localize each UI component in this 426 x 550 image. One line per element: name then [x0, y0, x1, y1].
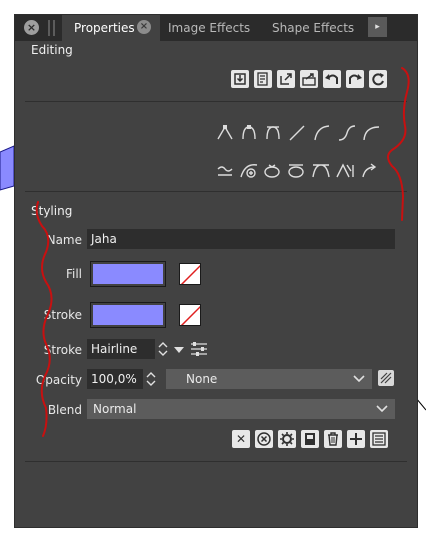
list-view-icon[interactable] — [370, 430, 388, 448]
fill-label: Fill — [65, 267, 82, 281]
tab-bar: × Properties × Image Effects Shape Effec… — [15, 15, 417, 41]
save-icon[interactable] — [301, 430, 319, 448]
path-tools — [217, 125, 380, 178]
line-segment-icon[interactable] — [289, 125, 305, 141]
close-tab-icon[interactable]: × — [137, 20, 151, 34]
section-title-editing: Editing — [31, 43, 73, 57]
name-field[interactable]: Jaha — [87, 229, 395, 249]
wave-icon[interactable] — [217, 166, 233, 176]
s-curve-icon[interactable] — [338, 125, 356, 141]
curve-icon[interactable] — [314, 125, 330, 141]
stroke-color-preview — [93, 305, 163, 325]
external-link-icon[interactable] — [277, 70, 295, 88]
add-icon[interactable] — [347, 430, 365, 448]
drag-grip[interactable] — [53, 20, 55, 36]
blend-label: Blend — [47, 403, 82, 417]
tab-label: Image Effects — [168, 21, 251, 35]
trash-icon[interactable] — [324, 430, 342, 448]
fill-none-button[interactable] — [179, 263, 201, 285]
drag-grip[interactable] — [48, 20, 50, 36]
properties-panel: × Properties × Image Effects Shape Effec… — [14, 14, 418, 528]
delete-icon[interactable]: ✕ — [232, 430, 250, 448]
divider — [25, 101, 407, 102]
name-label: Name — [46, 233, 82, 247]
close-panel-icon[interactable]: × — [24, 20, 39, 35]
list-icon[interactable] — [254, 70, 272, 88]
refresh-icon[interactable] — [369, 70, 387, 88]
blend-mode-value: Normal — [93, 402, 137, 416]
fill-color-swatch[interactable] — [90, 261, 166, 287]
flip-icon[interactable] — [362, 163, 377, 178]
stroke-label: Stroke — [43, 308, 82, 322]
arc-icon[interactable] — [363, 126, 380, 141]
share-icon[interactable] — [300, 70, 318, 88]
import-icon[interactable] — [231, 70, 249, 88]
blend-mode-dropdown[interactable]: Normal — [87, 399, 395, 419]
stroke-color-swatch[interactable] — [90, 302, 166, 328]
tab-label: Shape Effects — [272, 21, 355, 35]
opacity-mode-dropdown[interactable]: None — [166, 369, 372, 389]
tab-shape-effects[interactable]: Shape Effects — [272, 15, 362, 41]
background-shape — [0, 145, 15, 191]
settings-icon[interactable] — [278, 430, 296, 448]
redo-icon[interactable] — [346, 70, 364, 88]
stroke-dropdown-icon[interactable] — [172, 340, 188, 358]
node-cusp-icon[interactable] — [217, 125, 233, 140]
stroke-style-field[interactable]: Hairline — [87, 339, 155, 359]
tab-label: Properties — [74, 21, 135, 35]
stroke-style-label: Stroke — [43, 343, 82, 357]
node-join-icon[interactable] — [336, 163, 354, 178]
opacity-label: Opacity — [35, 373, 82, 387]
add-node-icon[interactable] — [240, 164, 258, 178]
opacity-stepper-icon[interactable] — [144, 370, 160, 388]
opacity-field[interactable]: 100,0% — [87, 369, 143, 389]
stroke-stepper-icon[interactable] — [156, 340, 172, 358]
opacity-mode-value: None — [186, 372, 218, 386]
more-tabs-button[interactable]: ▸ — [368, 17, 387, 37]
stroke-settings-icon[interactable] — [189, 339, 209, 357]
divider — [25, 461, 407, 462]
loop-alt-icon[interactable] — [288, 164, 304, 178]
stroke-none-button[interactable] — [179, 304, 201, 326]
remove-icon[interactable] — [255, 430, 273, 448]
tab-properties[interactable]: Properties × — [62, 15, 160, 41]
opacity-pattern-icon[interactable] — [378, 370, 394, 386]
node-split-icon[interactable] — [312, 164, 330, 178]
undo-icon[interactable] — [323, 70, 341, 88]
node-smooth-icon[interactable] — [242, 125, 256, 140]
tab-image-effects[interactable]: Image Effects — [168, 15, 258, 41]
chevron-down-icon — [376, 405, 388, 413]
chevron-down-icon — [353, 375, 365, 383]
node-symmetric-icon[interactable] — [266, 126, 280, 140]
fill-color-preview — [93, 264, 163, 284]
section-title-styling: Styling — [31, 204, 73, 218]
loop-icon[interactable] — [264, 164, 280, 178]
divider — [25, 191, 407, 192]
